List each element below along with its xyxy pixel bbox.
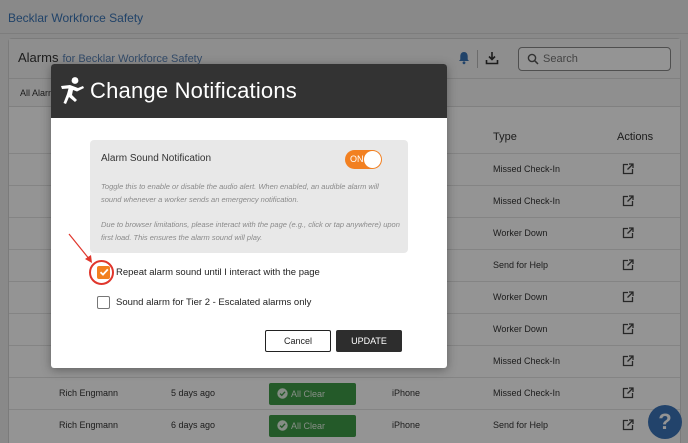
toggle-knob <box>364 151 381 168</box>
browser-limitation-note: Due to browser limitations, please inter… <box>101 220 400 242</box>
modal-header: Change Notifications <box>51 64 447 118</box>
alarm-sound-title: Alarm Sound Notification <box>101 153 212 164</box>
alarm-sound-card: Alarm Sound Notification ON Toggle this … <box>90 140 408 253</box>
annotation-arrow-icon <box>68 233 92 263</box>
repeat-alarm-label[interactable]: Repeat alarm sound until I interact with… <box>116 267 320 278</box>
alarm-sound-description: Toggle this to enable or disable the aud… <box>101 182 379 204</box>
tier2-label[interactable]: Sound alarm for Tier 2 - Escalated alarm… <box>116 297 311 308</box>
alarm-sound-toggle[interactable]: ON <box>345 150 382 169</box>
tier2-checkbox[interactable] <box>97 296 110 309</box>
update-button[interactable]: UPDATE <box>336 330 402 352</box>
modal-title: Change Notifications <box>90 78 298 103</box>
change-notifications-modal: Change Notifications Alarm Sound Notific… <box>51 64 447 368</box>
cancel-button[interactable]: Cancel <box>265 330 331 352</box>
toggle-state-label: ON <box>350 154 364 164</box>
running-figure-logo-icon <box>61 77 84 104</box>
